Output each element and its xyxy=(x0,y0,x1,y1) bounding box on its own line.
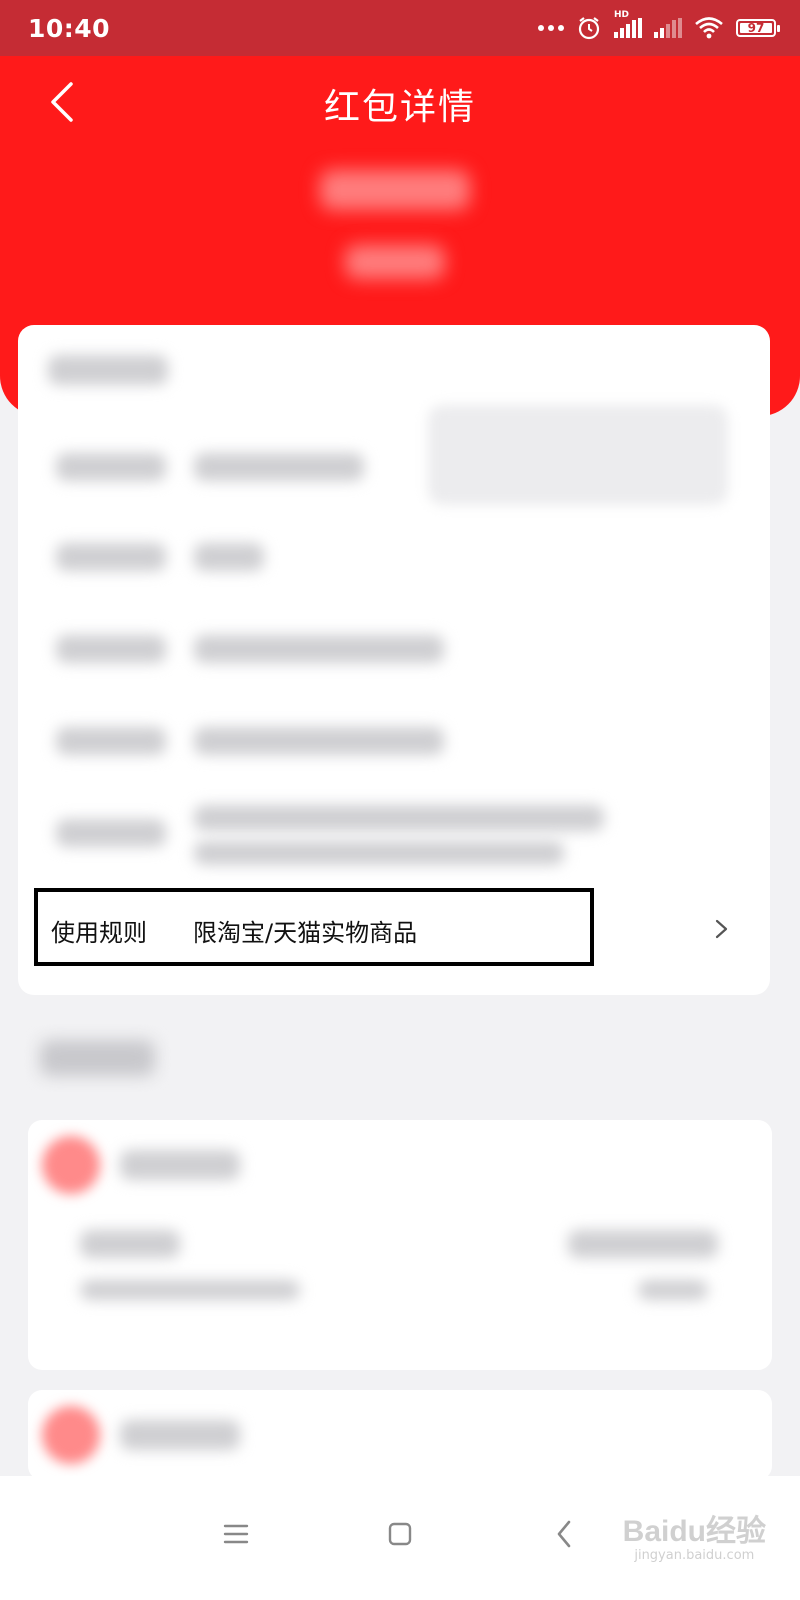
usage-rule-label: 使用规则 xyxy=(51,919,147,947)
blurred-store-name xyxy=(120,1420,240,1450)
store-card[interactable] xyxy=(28,1390,772,1480)
home-button[interactable] xyxy=(370,1504,430,1564)
blurred-row-label xyxy=(56,635,166,663)
more-dots-icon xyxy=(538,25,564,31)
blurred-row-label xyxy=(56,453,166,481)
wifi-icon xyxy=(695,17,723,39)
system-nav-bar: Baidu经验 jingyan.baidu.com xyxy=(0,1476,800,1600)
blurred-row-label xyxy=(56,727,166,755)
usage-rule-value: 限淘宝/天猫实物商品 xyxy=(193,919,418,947)
blurred-store-name xyxy=(120,1150,240,1180)
blurred-item-price xyxy=(568,1230,718,1258)
signal-icon xyxy=(654,18,682,38)
usage-rule-row[interactable]: 使用规则 限淘宝/天猫实物商品 xyxy=(18,880,770,975)
status-icons: HD 97 xyxy=(538,10,780,41)
blurred-row-label xyxy=(56,819,166,847)
alarm-icon xyxy=(578,17,600,40)
blurred-row-value xyxy=(194,453,364,481)
battery-icon: 97 xyxy=(736,19,780,37)
blurred-item-subtitle xyxy=(80,1280,300,1300)
blurred-item-title xyxy=(80,1230,180,1258)
watermark-url: jingyan.baidu.com xyxy=(634,1548,755,1563)
square-home-icon xyxy=(388,1522,412,1546)
blurred-section-heading xyxy=(40,1040,155,1076)
watermark: Baidu经验 jingyan.baidu.com xyxy=(623,1506,766,1563)
network-type-label: HD xyxy=(614,10,630,20)
menu-button[interactable] xyxy=(206,1504,266,1564)
blurred-row-value xyxy=(194,805,604,831)
watermark-brand: Baidu经验 xyxy=(622,1515,766,1548)
blurred-item-meta xyxy=(638,1280,708,1300)
triangle-back-icon xyxy=(557,1520,571,1548)
store-card[interactable] xyxy=(28,1120,772,1370)
status-bar: 10:40 HD 97 xyxy=(0,0,800,56)
detail-card: 使用规则 限淘宝/天猫实物商品 xyxy=(18,325,770,995)
blurred-row-value xyxy=(194,727,444,755)
system-back-button[interactable] xyxy=(534,1504,594,1564)
store-avatar xyxy=(42,1406,100,1464)
nav-bar: 红包详情 xyxy=(0,56,800,152)
blurred-amount-unit xyxy=(345,245,445,279)
blurred-amount xyxy=(320,170,470,210)
battery-level: 97 xyxy=(747,21,765,35)
status-time: 10:40 xyxy=(28,13,111,43)
page-title: 红包详情 xyxy=(323,87,476,128)
blurred-row-label xyxy=(56,543,166,571)
blurred-row-value xyxy=(194,543,264,571)
store-avatar xyxy=(42,1136,100,1194)
menu-icon xyxy=(223,1524,249,1544)
blurred-row-value xyxy=(194,841,564,865)
signal-hd-icon: HD xyxy=(614,10,642,38)
blurred-row-value xyxy=(194,635,444,663)
blurred-card-title xyxy=(48,355,168,385)
blurred-stamp xyxy=(428,405,728,505)
chevron-right-icon xyxy=(715,919,728,939)
